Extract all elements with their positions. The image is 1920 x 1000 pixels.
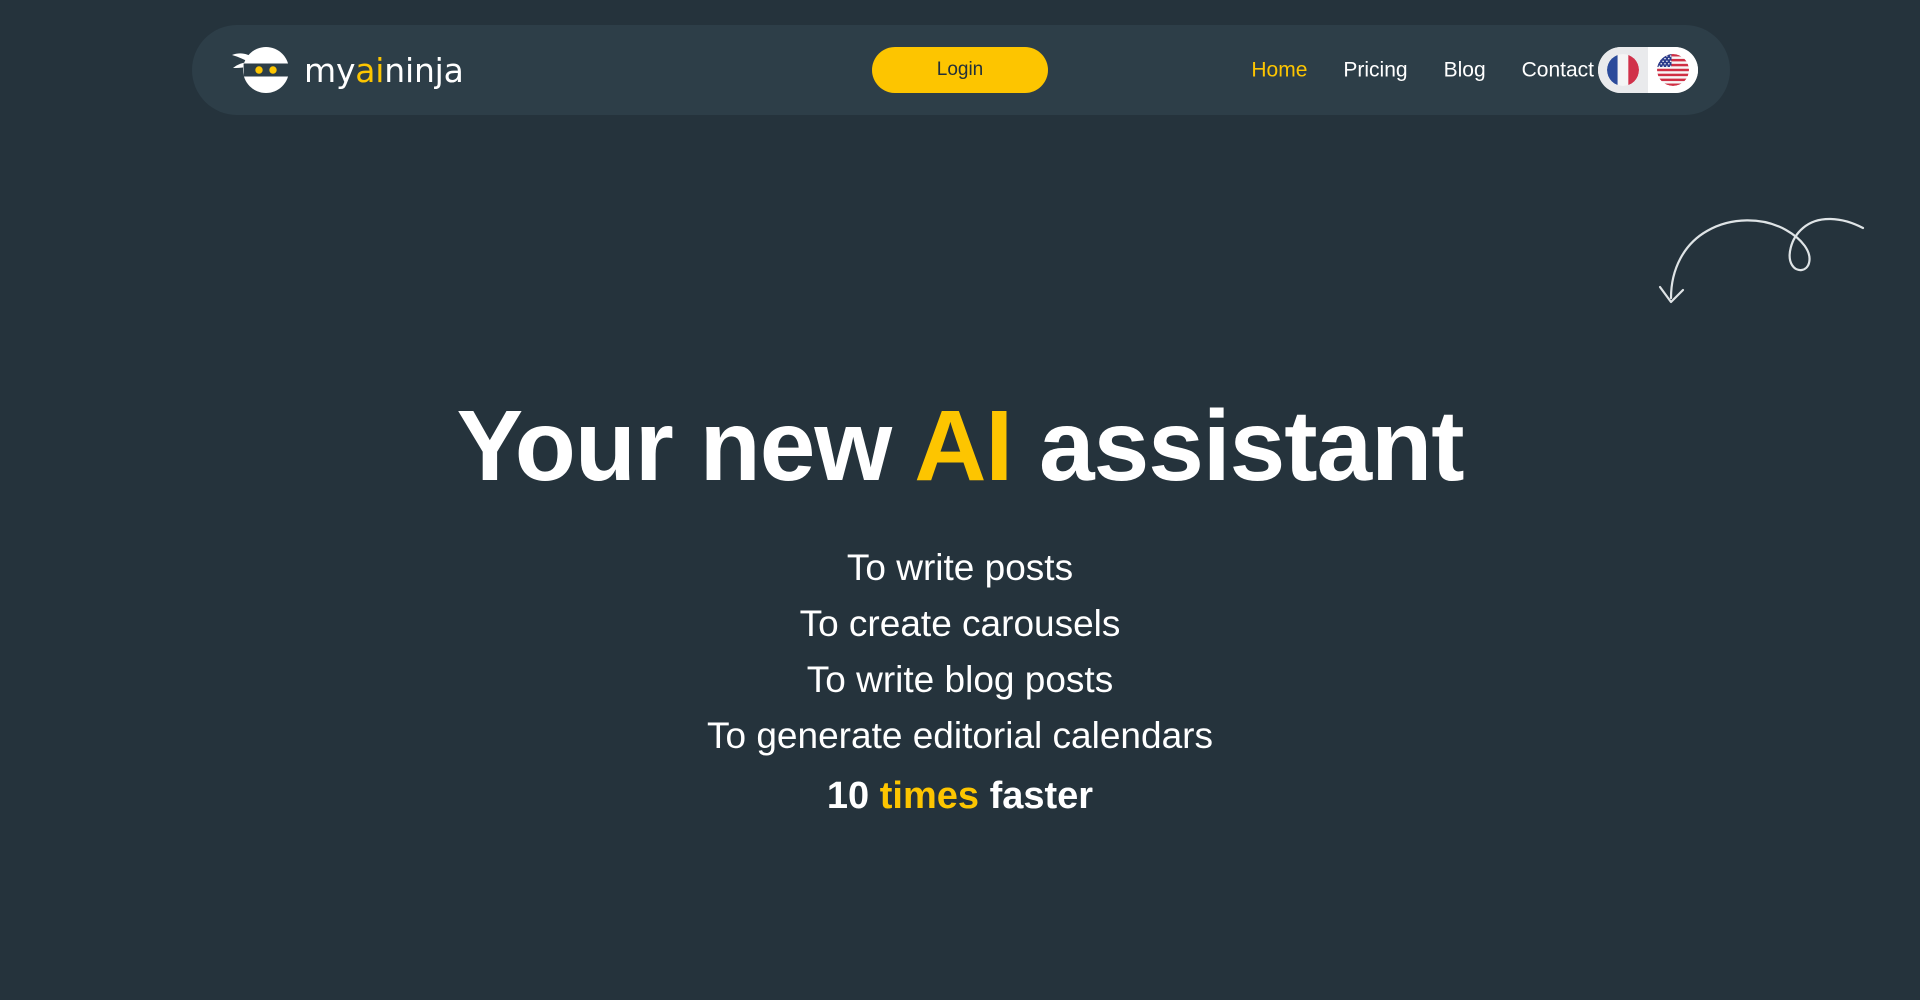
site-header: myaininja Login Home Pricing Blog Contac… [192,25,1730,115]
language-toggle[interactable] [1598,47,1698,93]
logo-word-ai: ai [355,50,385,90]
ninja-head-logo-icon [226,43,292,97]
logo-link[interactable]: myaininja [226,43,464,97]
nav-item-blog[interactable]: Blog [1444,60,1486,81]
nav-item-contact[interactable]: Contact [1522,60,1594,81]
hero-subtitle-list: To write posts To create carousels To wr… [0,540,1920,824]
language-option-french[interactable] [1598,47,1648,93]
hero-highlight-line: 10 times faster [0,768,1920,824]
hero-highlight-suffix: faster [979,775,1094,817]
nav-item-home[interactable]: Home [1251,60,1307,81]
hero-subtitle-line: To generate editorial calendars [707,715,1213,756]
nav-item-pricing[interactable]: Pricing [1343,60,1407,81]
page-title: Your new AI assistant [0,392,1920,500]
hero-subtitle-line: To create carousels [799,603,1121,644]
logo-word-ninja: ninja [384,50,464,90]
hero-subtitle-line: To write posts [846,547,1074,588]
landing-page: myaininja Login Home Pricing Blog Contac… [0,0,1920,1000]
hero-highlight-prefix: 10 [826,775,880,817]
hero-highlight-accent: times [879,775,980,817]
logo-wordmark: myaininja [304,54,464,87]
curly-hand-drawn-arrow-icon [1630,195,1910,325]
us-flag-icon [1657,54,1689,86]
logo-word-my: my [304,50,356,90]
language-option-english[interactable] [1648,47,1698,93]
hero-subtitle-line: To write blog posts [806,659,1114,700]
login-button[interactable]: Login [872,47,1048,93]
french-flag-icon [1607,54,1639,86]
hero-title-part1: Your new [456,390,915,502]
hero-title-accent: AI [914,390,1013,502]
hero-title-part2: assistant [1012,390,1465,502]
main-navigation: Home Pricing Blog Contact [1251,60,1594,81]
